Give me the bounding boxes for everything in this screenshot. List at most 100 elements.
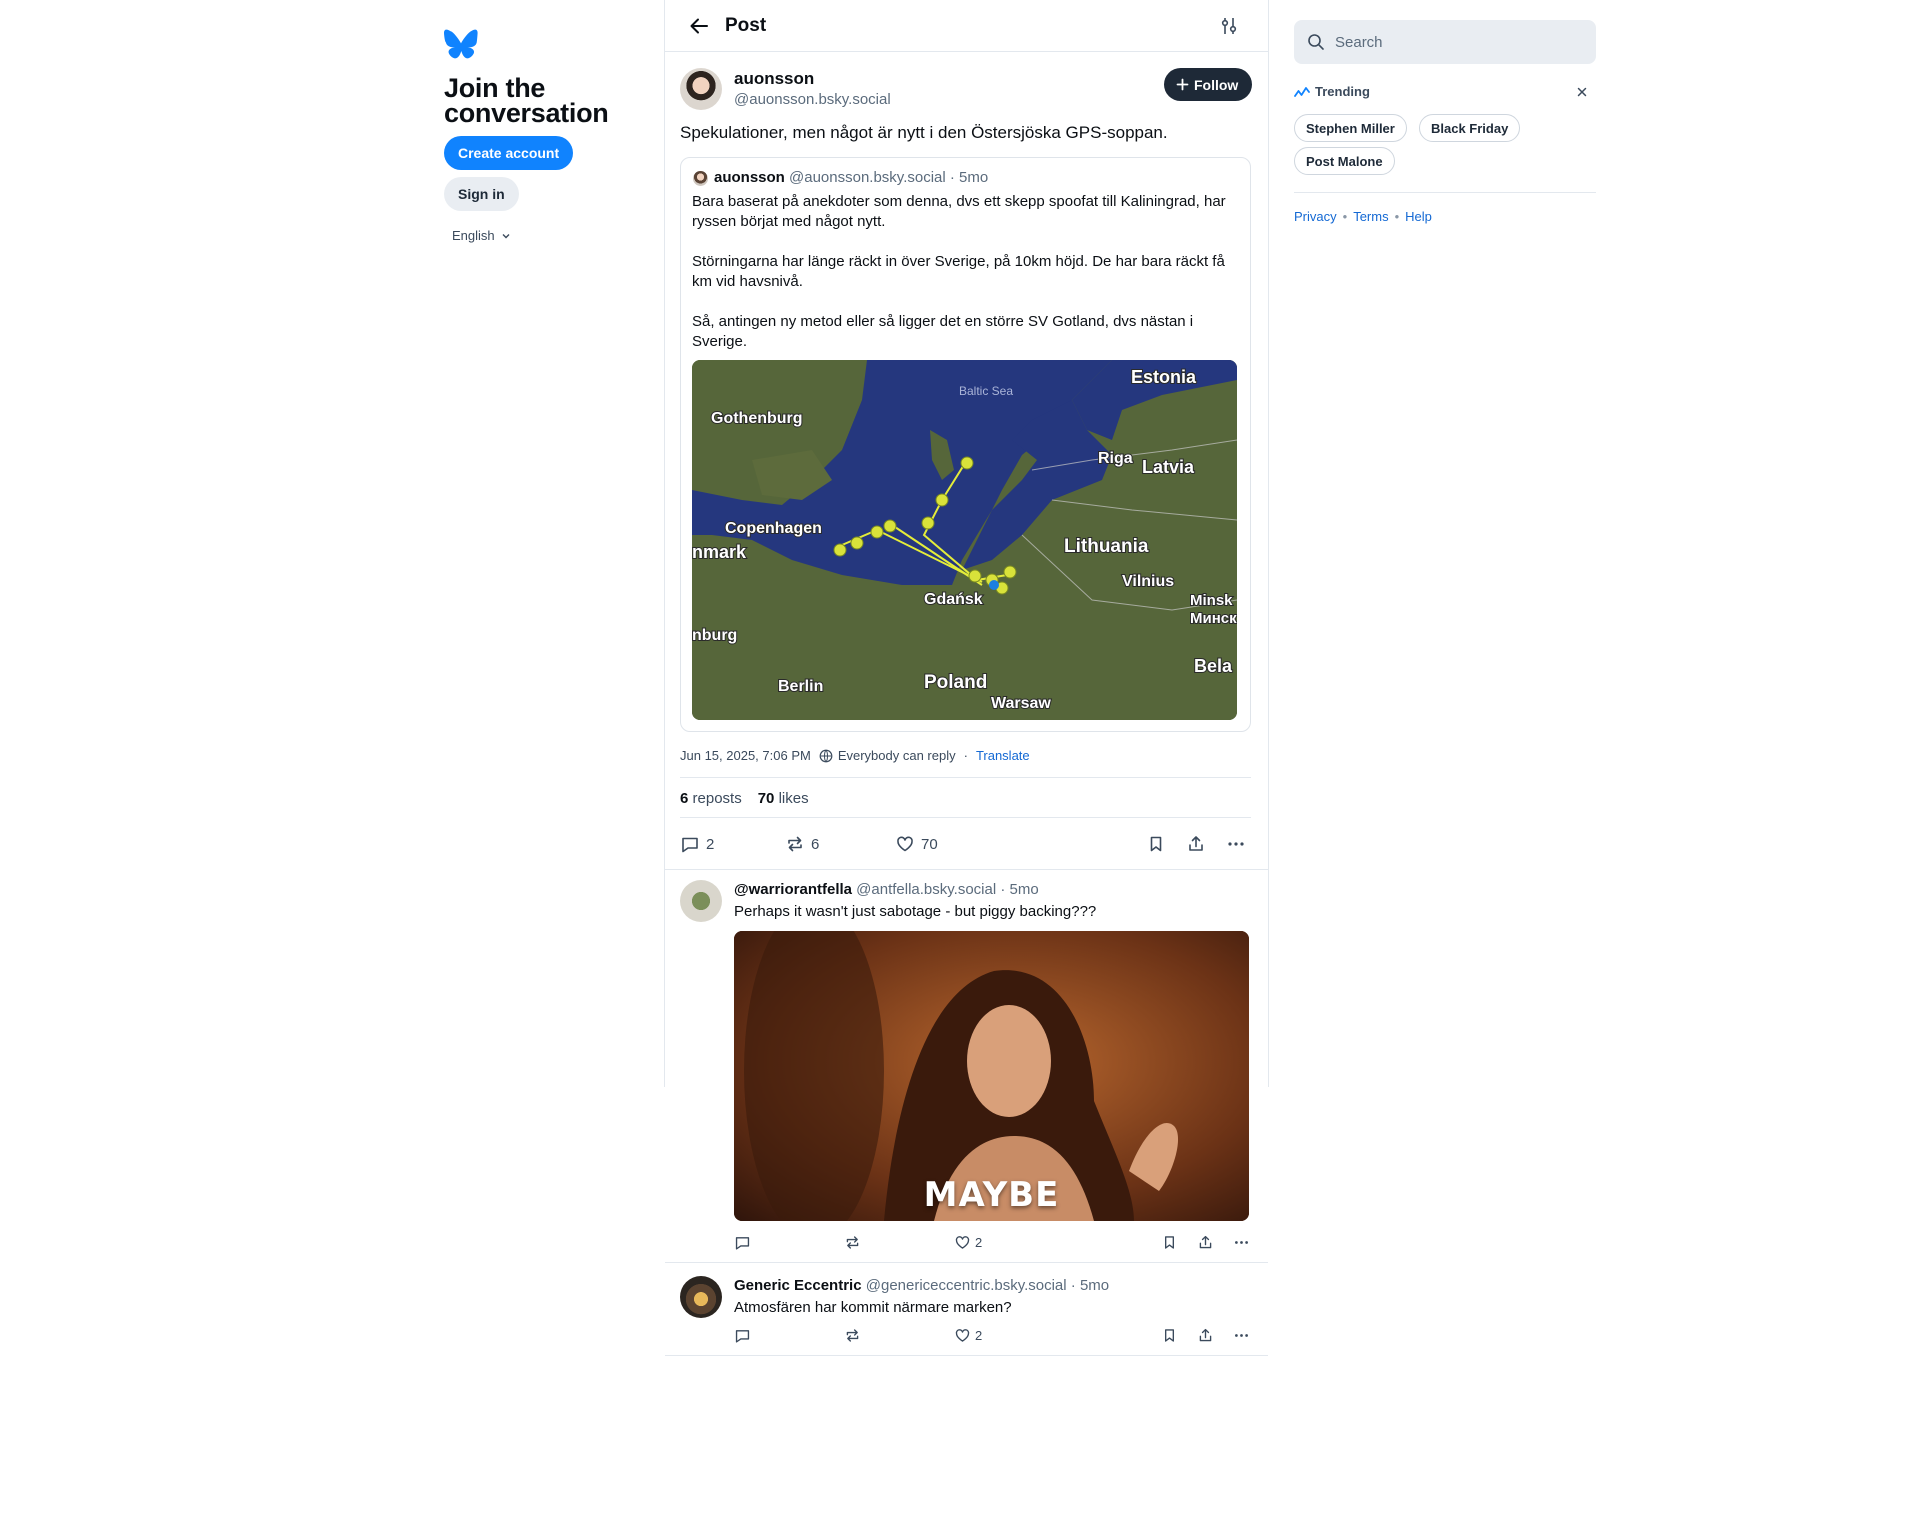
reply-action-bar: 2 xyxy=(734,1327,1249,1347)
reply-header: Generic Eccentric @genericeccentric.bsky… xyxy=(734,1277,1109,1294)
reply-count: 2 xyxy=(706,835,715,853)
bookmark-icon xyxy=(1164,1329,1175,1342)
trend-chip[interactable]: Black Friday xyxy=(1419,114,1521,142)
divider xyxy=(665,1262,1268,1263)
reply-settings[interactable]: Everybody can reply xyxy=(819,748,956,763)
privacy-link[interactable]: Privacy xyxy=(1294,209,1337,224)
quoted-author-meta: @auonsson.bsky.social · 5mo xyxy=(789,169,989,186)
create-account-button[interactable]: Create account xyxy=(444,136,574,170)
map-label-vilnius: Vilnius xyxy=(1122,573,1174,590)
share-icon xyxy=(1199,1235,1212,1249)
reply-text: Atmosfären har kommit närmare marken? xyxy=(734,1299,1012,1316)
trending-icon xyxy=(1294,86,1310,97)
reply-author-name[interactable]: @warriorantfella xyxy=(734,881,852,898)
reply-button[interactable] xyxy=(734,1327,751,1344)
map-image[interactable]: Estonia Gothenburg Riga Latvia Copenhage… xyxy=(692,360,1237,720)
bluesky-butterfly-logo[interactable] xyxy=(444,28,478,60)
map-label-riga: Riga xyxy=(1098,450,1133,467)
reply-button[interactable]: 2 xyxy=(680,834,714,854)
map-label-copenhagen: Copenhagen xyxy=(725,520,822,537)
author-avatar[interactable] xyxy=(680,68,722,110)
ellipsis-icon xyxy=(1235,1334,1248,1337)
terms-link[interactable]: Terms xyxy=(1353,209,1388,224)
share-icon xyxy=(1189,836,1203,851)
translate-link[interactable]: Translate xyxy=(976,748,1030,763)
map-label-poland: Poland xyxy=(924,672,987,693)
trend-chip[interactable]: Stephen Miller xyxy=(1294,114,1407,142)
map-label-hamburg: nburg xyxy=(692,627,737,644)
like-button[interactable]: 70 xyxy=(895,834,938,854)
map-label-minsk-cyrillic: Минск xyxy=(1190,610,1237,627)
post-timestamp[interactable]: Jun 15, 2025, 7:06 PM xyxy=(680,748,811,763)
repost-count: 6 xyxy=(811,835,820,853)
footer-separator: • xyxy=(1342,209,1348,224)
map-label-estonia: Estonia xyxy=(1131,367,1197,387)
post-meta-row: Jun 15, 2025, 7:06 PM Everybody can repl… xyxy=(680,748,1030,763)
like-count: 70 xyxy=(921,835,938,853)
quoted-paragraph: Så, antingen ny metod eller så ligger de… xyxy=(692,313,1194,350)
reply-author-meta: @genericeccentric.bsky.social · 5mo xyxy=(865,1277,1110,1294)
thread-settings-icon[interactable] xyxy=(1218,15,1240,37)
trend-chip[interactable]: Post Malone xyxy=(1294,147,1395,175)
author-handle[interactable]: @auonsson.bsky.social xyxy=(734,91,891,108)
repost-button[interactable]: 6 xyxy=(785,834,819,854)
reposts-count: 6 xyxy=(680,790,689,807)
like-count: 2 xyxy=(975,1328,983,1343)
like-count: 2 xyxy=(975,1235,983,1250)
share-button[interactable] xyxy=(1197,1327,1214,1344)
bookmark-button[interactable] xyxy=(1161,1234,1178,1251)
reply-bubble-icon xyxy=(682,837,698,853)
share-button[interactable] xyxy=(1197,1234,1214,1251)
reply-author-meta: @antfella.bsky.social · 5mo xyxy=(856,881,1039,898)
divider xyxy=(665,1355,1268,1356)
gif-caption: MAYBE xyxy=(923,1175,1060,1215)
repost-icon xyxy=(788,836,802,852)
map-label-denmark: nmark xyxy=(692,542,747,562)
ellipsis-icon xyxy=(1228,842,1244,846)
repost-button[interactable] xyxy=(844,1234,861,1251)
reposts-stat[interactable]: 6 reposts xyxy=(680,790,742,807)
reply-button[interactable] xyxy=(734,1234,751,1251)
likes-stat[interactable]: 70 likes xyxy=(758,790,809,807)
header-divider xyxy=(665,51,1268,52)
post-text: Spekulationer, men något är nytt i den Ö… xyxy=(680,123,1168,142)
reply-author-name[interactable]: Generic Eccentric xyxy=(734,1277,862,1294)
map-label-lithuania: Lithuania xyxy=(1064,536,1149,557)
heart-icon xyxy=(955,1236,970,1249)
more-options-button[interactable] xyxy=(1233,1327,1250,1344)
close-trending-icon[interactable] xyxy=(1575,85,1589,99)
reply-action-bar: 2 xyxy=(734,1234,1249,1254)
chevron-down-icon xyxy=(502,233,510,238)
back-arrow-icon[interactable] xyxy=(688,15,710,37)
like-button[interactable]: 2 xyxy=(954,1234,982,1251)
author-name[interactable]: auonsson xyxy=(734,69,814,89)
page-title: Post xyxy=(725,15,767,36)
divider xyxy=(680,817,1251,818)
quoted-post-text: Bara baserat på anekdoter som denna, dvs… xyxy=(692,192,1240,372)
search-box[interactable] xyxy=(1294,20,1596,64)
search-input[interactable] xyxy=(1335,33,1575,51)
bookmark-button[interactable] xyxy=(1146,834,1166,854)
more-options-button[interactable] xyxy=(1226,834,1246,854)
map-label-belarus: Bela xyxy=(1194,656,1233,676)
language-selector[interactable]: English xyxy=(452,228,511,243)
repost-button[interactable] xyxy=(844,1327,861,1344)
follow-button[interactable]: Follow xyxy=(1164,68,1253,101)
repost-icon xyxy=(846,1236,859,1249)
sign-in-button[interactable]: Sign in xyxy=(444,177,519,211)
likes-count: 70 xyxy=(757,790,775,807)
reply-avatar[interactable] xyxy=(680,1276,722,1318)
repost-icon xyxy=(846,1329,859,1342)
bookmark-button[interactable] xyxy=(1161,1327,1178,1344)
column-border-left xyxy=(664,0,665,1087)
reply-avatar[interactable] xyxy=(680,880,722,922)
quoted-paragraph: Bara baserat på anekdoter som denna, dvs… xyxy=(692,193,1226,230)
reply-gif[interactable]: MAYBE xyxy=(734,931,1249,1221)
help-link[interactable]: Help xyxy=(1405,209,1432,224)
share-button[interactable] xyxy=(1186,834,1206,854)
map-label-minsk: Minsk xyxy=(1190,592,1233,609)
map-label-gothenburg: Gothenburg xyxy=(711,410,803,427)
like-button[interactable]: 2 xyxy=(954,1327,982,1344)
share-icon xyxy=(1199,1328,1212,1342)
more-options-button[interactable] xyxy=(1233,1234,1250,1251)
